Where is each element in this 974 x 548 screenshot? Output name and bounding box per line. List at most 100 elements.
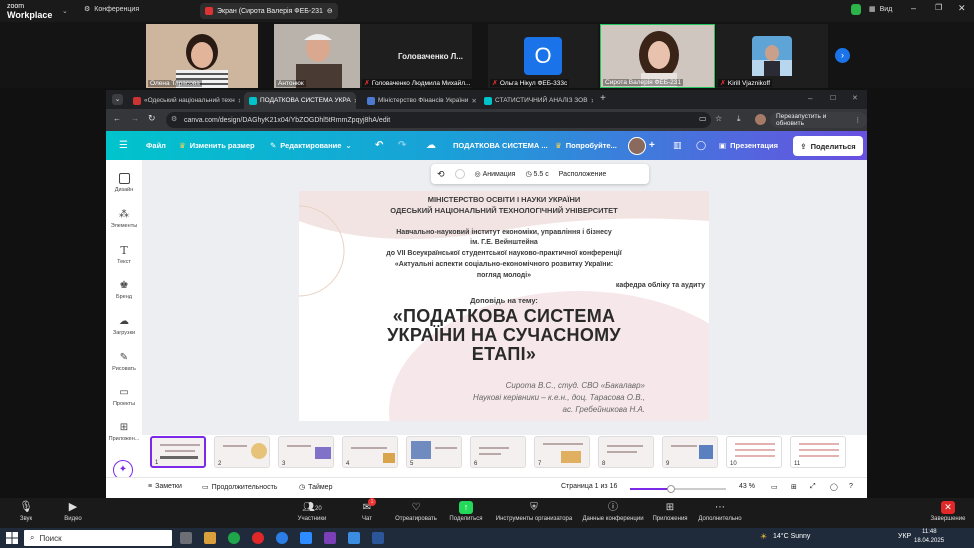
participant-tile[interactable]: Антонюк (274, 24, 360, 88)
reload-icon[interactable]: ↻ (148, 113, 156, 124)
rail-elements[interactable]: ⁂ Элементы (106, 209, 142, 229)
participant-tile[interactable]: Головаченко Л... ✗ Головаченко Людмила Ми… (360, 24, 472, 88)
tab-item[interactable]: Міністерство Фінансів України ✕ (362, 92, 476, 109)
app-icon[interactable] (324, 532, 336, 544)
add-collaborator-icon[interactable]: + (649, 131, 655, 160)
page-thumbnail[interactable]: 2 (214, 436, 270, 468)
next-page-icon[interactable]: › (835, 48, 850, 63)
conference-menu[interactable]: ⚙ Конференция (84, 5, 139, 14)
tab-item[interactable]: СТАТИСТИЧНИЙ АНАЛІЗ ЗОВ ✕ (479, 92, 593, 109)
more-button[interactable]: ⋯ Дополнительно (690, 501, 750, 522)
close-icon[interactable]: ✕ (958, 3, 966, 14)
undo-icon[interactable]: ↶ (375, 131, 383, 160)
view-menu[interactable]: ▦ Вид (869, 5, 892, 14)
try-pro-button[interactable]: ♛ Попробуйте... (555, 131, 617, 160)
zoom-app-icon[interactable] (300, 532, 312, 544)
page-thumbnail[interactable]: 1 (150, 436, 206, 468)
more-icon[interactable]: ⊖ (327, 7, 333, 15)
rail-text[interactable]: T Текст (106, 245, 142, 265)
restore-icon[interactable]: ❐ (935, 3, 942, 12)
profile-avatar[interactable] (755, 114, 766, 125)
zoom-slider[interactable] (630, 485, 726, 493)
check-icon[interactable]: ◯ (830, 483, 838, 491)
chevron-down-icon[interactable]: ⌄ (62, 7, 68, 15)
present-button[interactable]: ▣ Презентация (719, 131, 778, 160)
notes-button[interactable]: ≡ Заметки (148, 483, 182, 490)
edge-icon[interactable] (276, 532, 288, 544)
replace-icon[interactable]: ⟲ (437, 169, 445, 180)
zoom-level[interactable]: 43 % (739, 483, 755, 490)
redo-icon[interactable]: ↷ (398, 131, 406, 160)
page-thumbnail[interactable]: 10 (726, 436, 782, 468)
design-title[interactable]: ПОДАТКОВА СИСТЕМА ... (453, 131, 548, 160)
close-icon[interactable]: ✕ (852, 94, 858, 102)
close-tab-icon[interactable]: ✕ (354, 97, 356, 105)
insights-icon[interactable]: ▥ (673, 131, 682, 160)
participants-button[interactable]: 👥︎20 Участники (282, 501, 342, 522)
resize-button[interactable]: ♛ Изменить размер (179, 131, 255, 160)
page-thumbnail[interactable]: 11 (790, 436, 846, 468)
new-tab-icon[interactable]: + (600, 93, 606, 104)
url-field[interactable]: ⚙ canva.com/design/DAGhyK21x04/YbZOGDhl5… (166, 112, 711, 128)
color-swatch[interactable] (454, 169, 465, 179)
windows-start-icon[interactable] (6, 532, 18, 544)
minimize-icon[interactable]: – (911, 3, 916, 13)
file-explorer-icon[interactable] (204, 532, 216, 544)
tab-item-active[interactable]: ПОДАТКОВА СИСТЕМА УКРА ✕ (244, 92, 356, 109)
editing-mode-menu[interactable]: ✎ Редактирование ⌄ (270, 131, 352, 160)
rail-apps[interactable]: ⊞ Приложен... (106, 422, 142, 442)
participant-tile[interactable]: O ✗ Ольга Нікул ФЕБ-333с (488, 24, 598, 88)
close-tab-icon[interactable]: ✕ (591, 97, 593, 105)
rail-uploads[interactable]: ☁ Загрузки (106, 316, 142, 336)
screen-share-indicator[interactable]: Экран (Сирота Валерія ФЕБ-231 ⊖ (200, 3, 338, 19)
page-thumbnail[interactable]: 4 (342, 436, 398, 468)
maximize-icon[interactable]: ☐ (830, 94, 836, 102)
tab-item[interactable]: «Одеський національний техн ✕ (128, 92, 240, 109)
pages-view-icon[interactable]: ▭ (771, 483, 778, 491)
participant-tile-active-speaker[interactable]: Сирота Валерія ФЕБ-231 (600, 24, 715, 88)
cloud-saved-icon[interactable]: ☁ (426, 131, 436, 160)
shield-icon[interactable] (851, 4, 861, 15)
more-vert-icon[interactable]: ⋮ (855, 116, 862, 124)
animation-button[interactable]: ◎ Анимация (475, 170, 516, 178)
relaunch-update-button[interactable]: Перезапустить и обновить ⋮ (770, 112, 867, 128)
duration-button[interactable]: ▭ Продолжительность (202, 483, 277, 492)
bookmark-star-icon[interactable]: ☆ (715, 114, 722, 123)
position-button[interactable]: Расположение (559, 171, 607, 178)
fullscreen-icon[interactable]: ⤢ (810, 483, 816, 491)
participant-tile[interactable]: Олена Тарасова (146, 24, 258, 88)
close-tab-icon[interactable]: ✕ (238, 97, 240, 105)
page-thumbnail[interactable]: 5 (406, 436, 462, 468)
menu-icon[interactable]: ☰ (119, 131, 128, 160)
page-thumbnail[interactable]: 6 (470, 436, 526, 468)
video-button[interactable]: ▶ Видео (43, 501, 103, 522)
collaborator-avatar[interactable] (628, 137, 646, 155)
page-thumbnail[interactable]: 9 (662, 436, 718, 468)
rail-draw[interactable]: ✎ Рисовать (106, 352, 142, 372)
minimize-icon[interactable]: – (808, 94, 812, 103)
meeting-info-button[interactable]: ⓘ Данные конференции (578, 501, 648, 522)
share-screen-button[interactable]: ↑ Поделиться (436, 501, 496, 522)
participant-tile[interactable]: ✗ Kirill Vjaznikoff (716, 24, 828, 88)
task-view-icon[interactable] (180, 532, 192, 544)
word-icon[interactable] (372, 532, 384, 544)
end-meeting-button[interactable]: ✕ Завершение (918, 501, 974, 522)
rail-projects[interactable]: ▭ Проекты (106, 387, 142, 407)
chrome-icon[interactable] (228, 532, 240, 544)
page-thumbnail[interactable]: 7 (534, 436, 590, 468)
page-thumbnail[interactable]: 8 (598, 436, 654, 468)
page-thumbnail[interactable]: 3 (278, 436, 334, 468)
tab-search-icon[interactable]: ⌄ (112, 94, 123, 105)
zoom-slider-handle[interactable] (667, 485, 676, 493)
download-icon[interactable]: ⤓ (737, 114, 741, 124)
comment-icon[interactable]: ◯ (696, 131, 706, 160)
presentation-slide[interactable]: МІНІСТЕРСТВО ОСВІТИ І НАУКИ УКРАЇНИ ОДЕС… (299, 191, 709, 421)
site-info-icon[interactable]: ⚙ (171, 115, 177, 123)
timer-button[interactable]: ◷ Таймер (299, 483, 332, 492)
close-tab-icon[interactable]: ✕ (471, 97, 476, 105)
help-icon[interactable]: ? (849, 483, 853, 490)
cast-icon[interactable]: ▭ (699, 114, 707, 123)
grid-view-icon[interactable]: ⊞ (791, 483, 797, 491)
rail-design[interactable]: Дизайн (106, 173, 142, 193)
host-tools-button[interactable]: ⛨ Инструменты организатора (489, 501, 579, 522)
